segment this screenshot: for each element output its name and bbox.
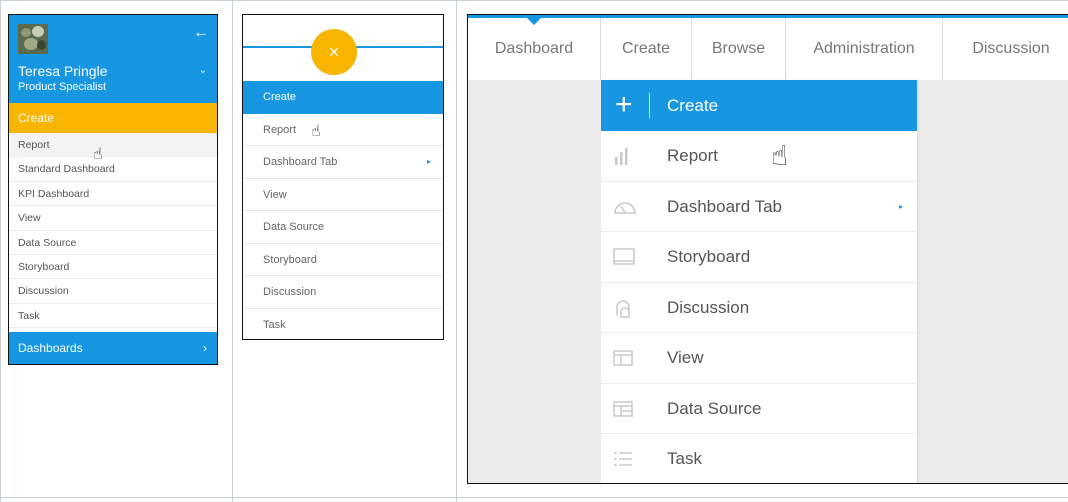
hand-cursor-icon: ☝ bbox=[311, 123, 321, 140]
chevron-right-icon: › bbox=[203, 341, 207, 355]
sidebar-item-label: Report bbox=[18, 139, 50, 151]
submenu-arrow-icon: ▸ bbox=[899, 201, 904, 211]
sidebar-item-label: Standard Dashboard bbox=[18, 163, 115, 176]
fab-menu-create[interactable]: Create bbox=[243, 81, 443, 114]
table-border-bottom bbox=[0, 497, 1068, 498]
dropdown-item-view[interactable]: View bbox=[601, 333, 917, 384]
top-nav: Dashboard Create Browse Administration D… bbox=[468, 18, 1068, 80]
table-border-top bbox=[0, 0, 1068, 1]
avatar[interactable] bbox=[18, 24, 48, 54]
sidebar-dashboards-item[interactable]: Dashboards › bbox=[9, 332, 217, 364]
menu-item-label: Data Source bbox=[263, 221, 325, 233]
dropdown-item-task[interactable]: Task bbox=[601, 434, 917, 483]
nav-dashboard[interactable]: Dashboard bbox=[468, 18, 601, 80]
dropdown-item-label: Task bbox=[667, 449, 702, 468]
nav-create[interactable]: Create bbox=[601, 18, 692, 80]
sidebar-item-label: KPI Dashboard bbox=[18, 187, 90, 200]
sidebar-item-label: View bbox=[18, 212, 41, 225]
dropdown-item-label: Storyboard bbox=[667, 247, 751, 266]
sidebar-item-label: Dashboards bbox=[18, 341, 83, 355]
chevron-down-icon[interactable]: ⌄ bbox=[199, 65, 207, 76]
fab-menu-report[interactable]: Report bbox=[243, 114, 443, 146]
sidebar-item-storyboard[interactable]: Storyboard bbox=[9, 255, 217, 280]
table-divider-2 bbox=[456, 0, 457, 502]
task-list-icon bbox=[614, 451, 632, 467]
fab-menu-data-source[interactable]: Data Source bbox=[243, 211, 443, 244]
table-border-left bbox=[0, 0, 1, 502]
dropdown-item-discussion[interactable]: Discussion bbox=[601, 283, 917, 333]
sidebar-item-label: Storyboard bbox=[18, 260, 70, 273]
sidebar-item-label: Discussion bbox=[18, 285, 69, 298]
hand-cursor-icon: ☝ bbox=[93, 146, 103, 163]
dropdown-item-label: Data Source bbox=[667, 398, 762, 418]
dropdown-item-label: Report bbox=[667, 146, 719, 165]
bar-chart-icon bbox=[615, 148, 628, 165]
sidebar-item-view[interactable]: View bbox=[9, 206, 217, 231]
fab-menu-view[interactable]: View bbox=[243, 179, 443, 211]
gauge-icon bbox=[614, 201, 636, 214]
submenu-arrow-icon: ▸ bbox=[426, 157, 431, 166]
sidebar-create-header[interactable]: Create bbox=[9, 103, 217, 133]
fab-menu-panel: × Create Report Dashboard Tab ▸ View Data… bbox=[242, 14, 444, 340]
data-source-icon bbox=[613, 400, 633, 417]
dropdown-item-label: View bbox=[667, 348, 704, 367]
menu-item-label: Discussion bbox=[263, 286, 317, 298]
menu-item-label: Create bbox=[263, 91, 297, 103]
close-fab-button[interactable]: × bbox=[311, 29, 357, 75]
user-role: Product Specialist bbox=[18, 81, 107, 93]
storyboard-icon bbox=[613, 248, 635, 265]
fab-menu-storyboard[interactable]: Storyboard bbox=[243, 244, 443, 276]
fab-menu-discussion[interactable]: Discussion bbox=[243, 276, 443, 309]
menu-item-label: Storyboard bbox=[263, 253, 317, 266]
nav-browse[interactable]: Browse bbox=[692, 18, 786, 80]
dropdown-item-dashboard-tab[interactable]: Dashboard Tab ▸ bbox=[601, 182, 917, 232]
back-arrow-icon[interactable]: ← bbox=[193, 25, 209, 41]
menu-item-label: View bbox=[263, 188, 287, 201]
fab-menu-dashboard-tab[interactable]: Dashboard Tab ▸ bbox=[243, 146, 443, 179]
plus-icon: + bbox=[615, 88, 633, 121]
fab-menu-task[interactable]: Task bbox=[243, 309, 443, 340]
nav-administration[interactable]: Administration bbox=[786, 18, 943, 80]
table-divider-1 bbox=[232, 0, 233, 502]
user-name: Teresa Pringle bbox=[18, 63, 108, 79]
discussion-icon bbox=[616, 299, 630, 318]
sidebar-item-report[interactable]: Report bbox=[9, 133, 217, 158]
sidebar-item-kpi-dashboard[interactable]: KPI Dashboard bbox=[9, 182, 217, 207]
sidebar-item-standard-dashboard[interactable]: Standard Dashboard bbox=[9, 157, 217, 182]
hand-cursor-icon: ☝ bbox=[771, 140, 789, 171]
dropdown-header-label: Create bbox=[667, 96, 719, 115]
menu-item-label: Task bbox=[263, 318, 286, 331]
fab-menu-list: Create Report Dashboard Tab ▸ View Data S… bbox=[243, 81, 443, 340]
dropdown-item-data-source[interactable]: Data Source bbox=[601, 384, 917, 434]
active-indicator bbox=[527, 18, 541, 25]
profile-header: ← Teresa Pringle Product Specialist ⌄ bbox=[9, 15, 217, 103]
dropdown-item-storyboard[interactable]: Storyboard bbox=[601, 232, 917, 283]
create-dropdown: + Create Report Dashboard Tab ▸ Storyboa… bbox=[601, 80, 917, 483]
header-divider bbox=[649, 93, 650, 118]
nav-discussion[interactable]: Discussion bbox=[943, 18, 1068, 80]
sidebar-item-discussion[interactable]: Discussion bbox=[9, 279, 217, 304]
sidebar-item-label: Task bbox=[18, 309, 40, 322]
dropdown-item-label: Dashboard Tab bbox=[667, 196, 782, 216]
top-nav-panel: Dashboard Create Browse Administration D… bbox=[467, 14, 1068, 484]
sidebar-item-label: Data Source bbox=[18, 236, 77, 249]
sidebar-create-list: Report Standard Dashboard KPI Dashboard … bbox=[9, 133, 217, 329]
dropdown-create-header[interactable]: + Create bbox=[601, 80, 917, 131]
menu-item-label: Report bbox=[263, 123, 297, 136]
sidebar-item-task[interactable]: Task bbox=[9, 304, 217, 329]
view-icon bbox=[613, 350, 633, 366]
sidebar-panel: ← Teresa Pringle Product Specialist ⌄ Cr… bbox=[8, 14, 218, 365]
sidebar-item-data-source[interactable]: Data Source bbox=[9, 231, 217, 255]
dropdown-item-label: Discussion bbox=[667, 297, 750, 317]
dropdown-item-report[interactable]: Report bbox=[601, 131, 917, 182]
menu-item-label: Dashboard Tab bbox=[263, 156, 338, 168]
